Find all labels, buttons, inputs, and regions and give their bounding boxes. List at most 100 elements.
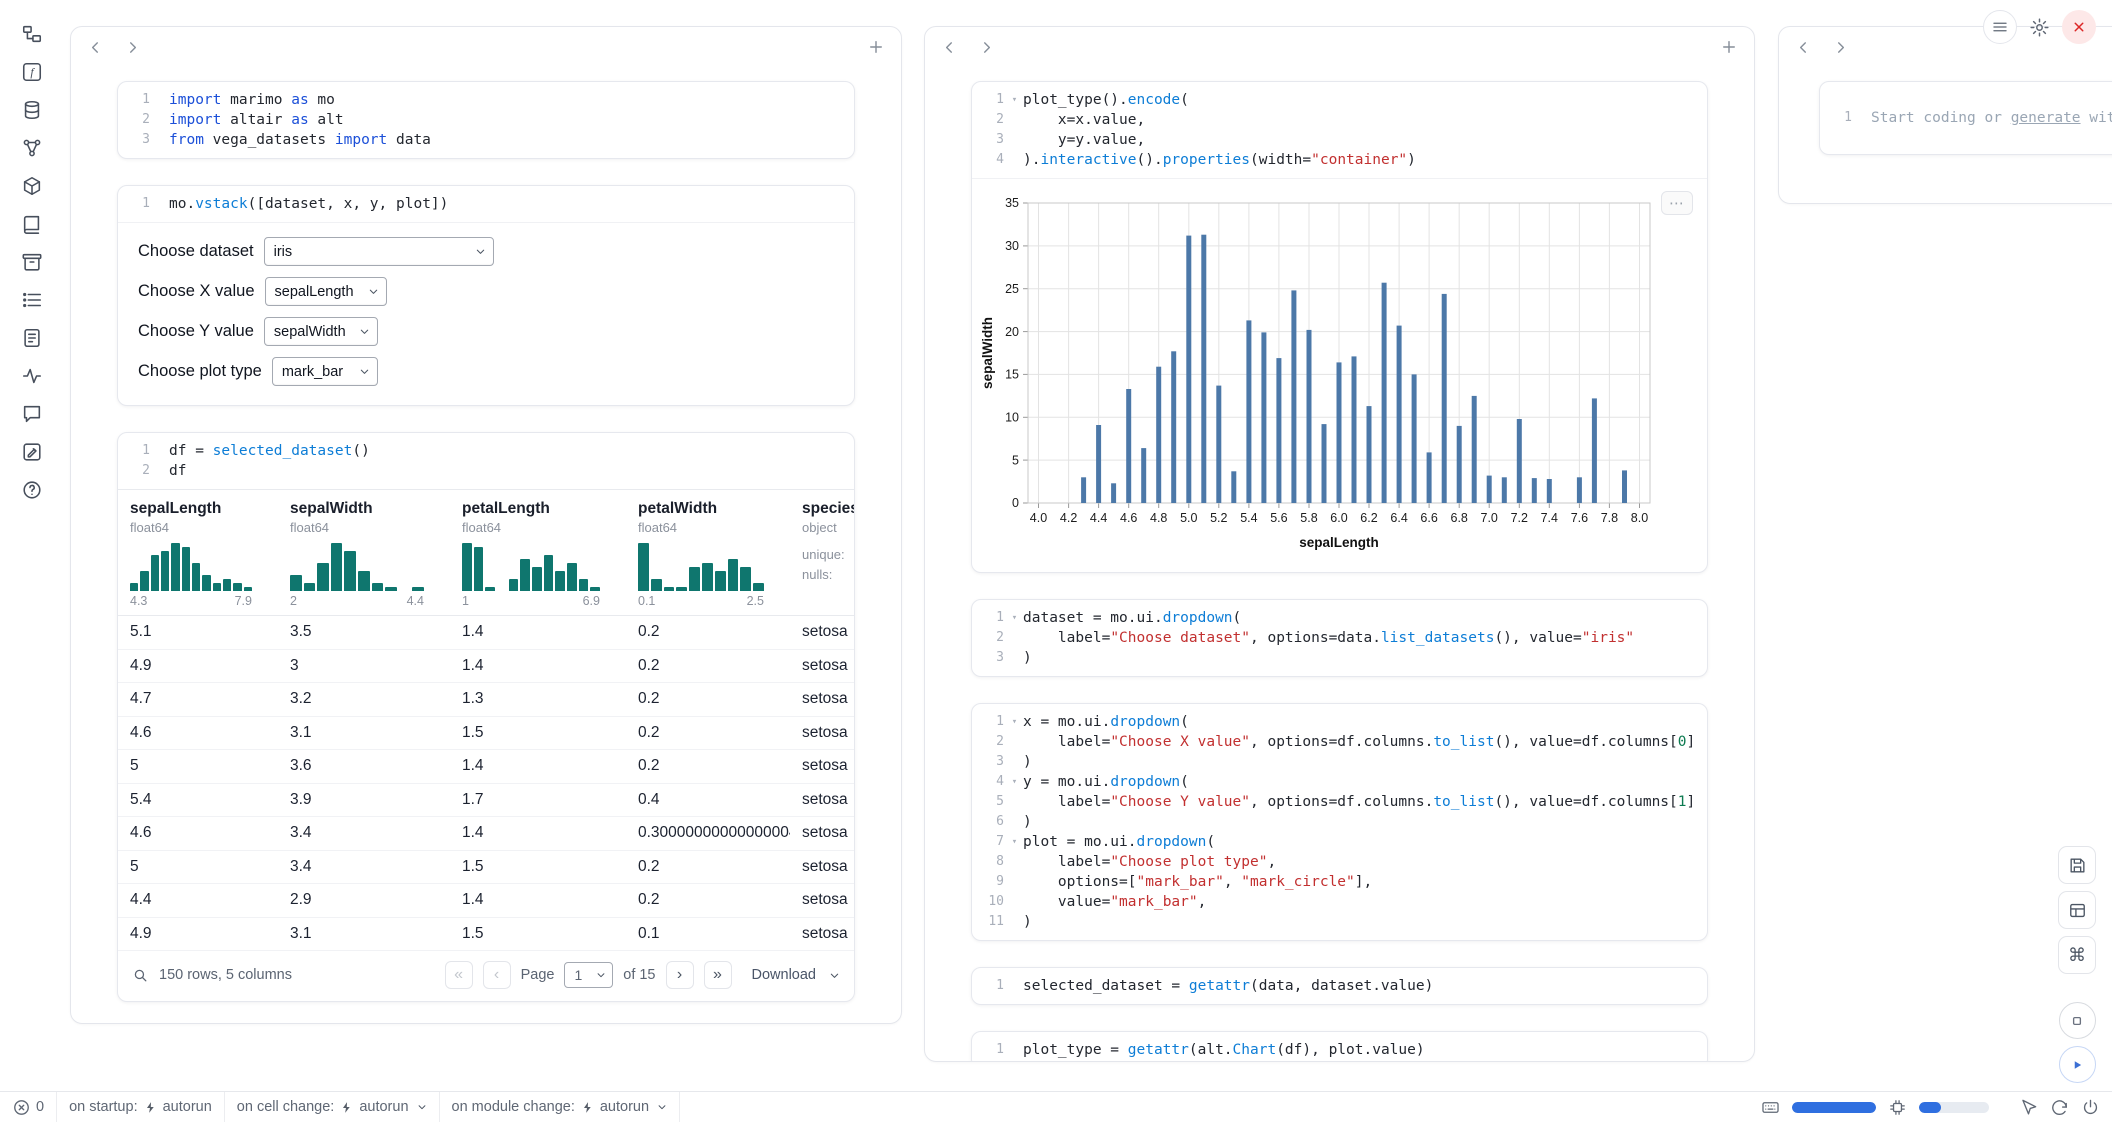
code-text: ).interactive().properties(width="contai… bbox=[1023, 150, 1416, 170]
table-cell: 3.1 bbox=[278, 918, 450, 951]
table-row[interactable]: 4.73.21.30.2setosa bbox=[118, 683, 854, 717]
variables-icon[interactable]: f bbox=[20, 60, 44, 84]
first-page-button[interactable]: « bbox=[445, 961, 473, 989]
generate-link[interactable]: generate bbox=[2011, 110, 2081, 126]
fold-chevron-icon[interactable]: ▾ bbox=[1006, 90, 1023, 110]
last-page-button[interactable]: » bbox=[704, 961, 732, 989]
notebook-column-1: 1import marimo as mo2import altair as al… bbox=[70, 26, 902, 1024]
column-header[interactable]: petalWidthfloat64 bbox=[626, 500, 790, 535]
table-footer: 150 rows, 5 columns « ‹ Page 1 of 15 › »… bbox=[118, 951, 854, 1001]
outline-icon[interactable] bbox=[20, 288, 44, 312]
tracing-icon[interactable] bbox=[20, 364, 44, 388]
close-button[interactable] bbox=[2062, 10, 2096, 44]
code-editor[interactable]: 1▾x = mo.ui.dropdown(2 label="Choose X v… bbox=[972, 704, 1707, 940]
column-back-button[interactable] bbox=[1795, 39, 1812, 56]
command-palette-button[interactable]: ⌘ bbox=[2058, 936, 2096, 974]
page-select[interactable]: 1 bbox=[564, 962, 613, 988]
chevron-down-icon bbox=[475, 246, 486, 257]
table-row[interactable]: 4.63.41.40.30000000000000004setosa bbox=[118, 817, 854, 851]
fold-chevron-icon[interactable]: ▾ bbox=[1006, 772, 1023, 792]
code-editor[interactable]: 1import marimo as mo2import altair as al… bbox=[118, 82, 854, 158]
table-row[interactable]: 4.93.11.50.1setosa bbox=[118, 918, 854, 952]
next-page-button[interactable]: › bbox=[666, 961, 694, 989]
prev-page-button[interactable]: ‹ bbox=[483, 961, 511, 989]
stop-button[interactable] bbox=[2059, 1002, 2096, 1039]
code-editor[interactable]: 1mo.vstack([dataset, x, y, plot]) bbox=[118, 186, 854, 222]
settings-button[interactable] bbox=[2029, 17, 2050, 38]
scratchpad-icon[interactable] bbox=[20, 440, 44, 464]
table-row[interactable]: 4.42.91.40.2setosa bbox=[118, 884, 854, 918]
chevron-left-icon bbox=[87, 39, 104, 56]
column-header[interactable]: petalLengthfloat64 bbox=[450, 500, 626, 535]
refresh-icon[interactable] bbox=[2050, 1098, 2069, 1117]
column-back-button[interactable] bbox=[941, 39, 958, 56]
errors-indicator[interactable]: 0 bbox=[0, 1092, 56, 1122]
fold-chevron-icon[interactable]: ▾ bbox=[1006, 608, 1023, 628]
column-stats: unique:nulls: bbox=[790, 543, 854, 608]
search-icon[interactable] bbox=[132, 967, 149, 984]
archive-icon[interactable] bbox=[20, 250, 44, 274]
keyboard-shortcuts-button[interactable] bbox=[1761, 1098, 1780, 1117]
run-button[interactable] bbox=[2059, 1046, 2096, 1083]
data-sources-icon[interactable] bbox=[20, 98, 44, 122]
cursor-icon[interactable] bbox=[2019, 1098, 2038, 1117]
table-row[interactable]: 5.43.91.70.4setosa bbox=[118, 784, 854, 818]
add-cell-button[interactable] bbox=[1720, 38, 1738, 56]
hamburger-icon bbox=[1991, 18, 2009, 36]
code-editor[interactable]: 1▾dataset = mo.ui.dropdown(2 label="Choo… bbox=[972, 600, 1707, 676]
table-row[interactable]: 4.63.11.50.2setosa bbox=[118, 717, 854, 751]
svg-text:7.4: 7.4 bbox=[1541, 511, 1558, 525]
add-cell-button[interactable] bbox=[867, 38, 885, 56]
plot-type-select[interactable]: mark_bar bbox=[272, 357, 378, 386]
lightning-icon bbox=[340, 1101, 353, 1114]
table-cell: 3.4 bbox=[278, 851, 450, 884]
column-header bbox=[71, 27, 901, 67]
chat-icon[interactable] bbox=[20, 402, 44, 426]
help-icon[interactable] bbox=[20, 478, 44, 502]
fold-gutter bbox=[1006, 852, 1023, 872]
dependency-graph-icon[interactable] bbox=[20, 136, 44, 160]
file-explorer-icon[interactable] bbox=[20, 22, 44, 46]
code-editor[interactable]: 1plot_type = getattr(alt.Chart(df), plot… bbox=[972, 1032, 1707, 1062]
on-startup-chip[interactable]: on startup: autorun bbox=[56, 1092, 224, 1122]
on-module-change-chip[interactable]: on module change: autorun bbox=[439, 1092, 681, 1122]
column-histogram: 4.37.9 bbox=[118, 543, 278, 608]
packages-icon[interactable] bbox=[20, 174, 44, 198]
column-header[interactable]: speciesobject bbox=[790, 500, 854, 535]
table-row[interactable]: 53.61.40.2setosa bbox=[118, 750, 854, 784]
column-back-button[interactable] bbox=[87, 39, 104, 56]
column-header[interactable]: sepalLengthfloat64 bbox=[118, 500, 278, 535]
layout-button[interactable] bbox=[2058, 891, 2096, 929]
fold-gutter bbox=[1006, 628, 1023, 648]
altair-chart[interactable]: 4.04.24.44.64.85.05.25.45.65.86.06.26.46… bbox=[978, 193, 1707, 562]
cpu-usage-bar bbox=[1919, 1102, 1989, 1113]
logs-icon[interactable] bbox=[20, 326, 44, 350]
fold-chevron-icon[interactable]: ▾ bbox=[1006, 832, 1023, 852]
power-icon[interactable] bbox=[2081, 1098, 2100, 1117]
documentation-icon[interactable] bbox=[20, 212, 44, 236]
dataset-select[interactable]: iris bbox=[264, 237, 494, 266]
table-row[interactable]: 5.13.51.40.2setosa bbox=[118, 616, 854, 650]
notebook-menu-button[interactable] bbox=[1983, 10, 2017, 44]
table-row[interactable]: 53.41.50.2setosa bbox=[118, 851, 854, 885]
on-cell-change-chip[interactable]: on cell change: autorun bbox=[224, 1092, 439, 1122]
column-forward-button[interactable] bbox=[1832, 39, 1849, 56]
column-header[interactable]: sepalWidthfloat64 bbox=[278, 500, 450, 535]
y-value-select[interactable]: sepalWidth bbox=[264, 317, 378, 346]
svg-text:6.4: 6.4 bbox=[1390, 511, 1407, 525]
lightning-icon bbox=[581, 1101, 594, 1114]
column-forward-button[interactable] bbox=[978, 39, 995, 56]
column-forward-button[interactable] bbox=[124, 39, 141, 56]
download-button[interactable]: Download bbox=[752, 967, 841, 983]
table-row[interactable]: 4.931.40.2setosa bbox=[118, 650, 854, 684]
chart-actions-button[interactable]: ⋯ bbox=[1661, 191, 1693, 215]
code-editor[interactable]: 1selected_dataset = getattr(data, datase… bbox=[972, 968, 1707, 1004]
x-value-select[interactable]: sepalLength bbox=[265, 277, 387, 306]
code-editor[interactable]: 1▾plot_type().encode(2 x=x.value,3 y=y.v… bbox=[972, 82, 1707, 178]
ai-editor-cell[interactable]: 1 Start coding or generate with AI bbox=[1819, 81, 2112, 155]
code-editor[interactable]: 1df = selected_dataset()2df bbox=[118, 433, 854, 489]
save-button[interactable] bbox=[2058, 846, 2096, 884]
svg-text:30: 30 bbox=[1005, 239, 1019, 253]
fold-chevron-icon[interactable]: ▾ bbox=[1006, 712, 1023, 732]
table-cell: 0.2 bbox=[626, 683, 790, 716]
